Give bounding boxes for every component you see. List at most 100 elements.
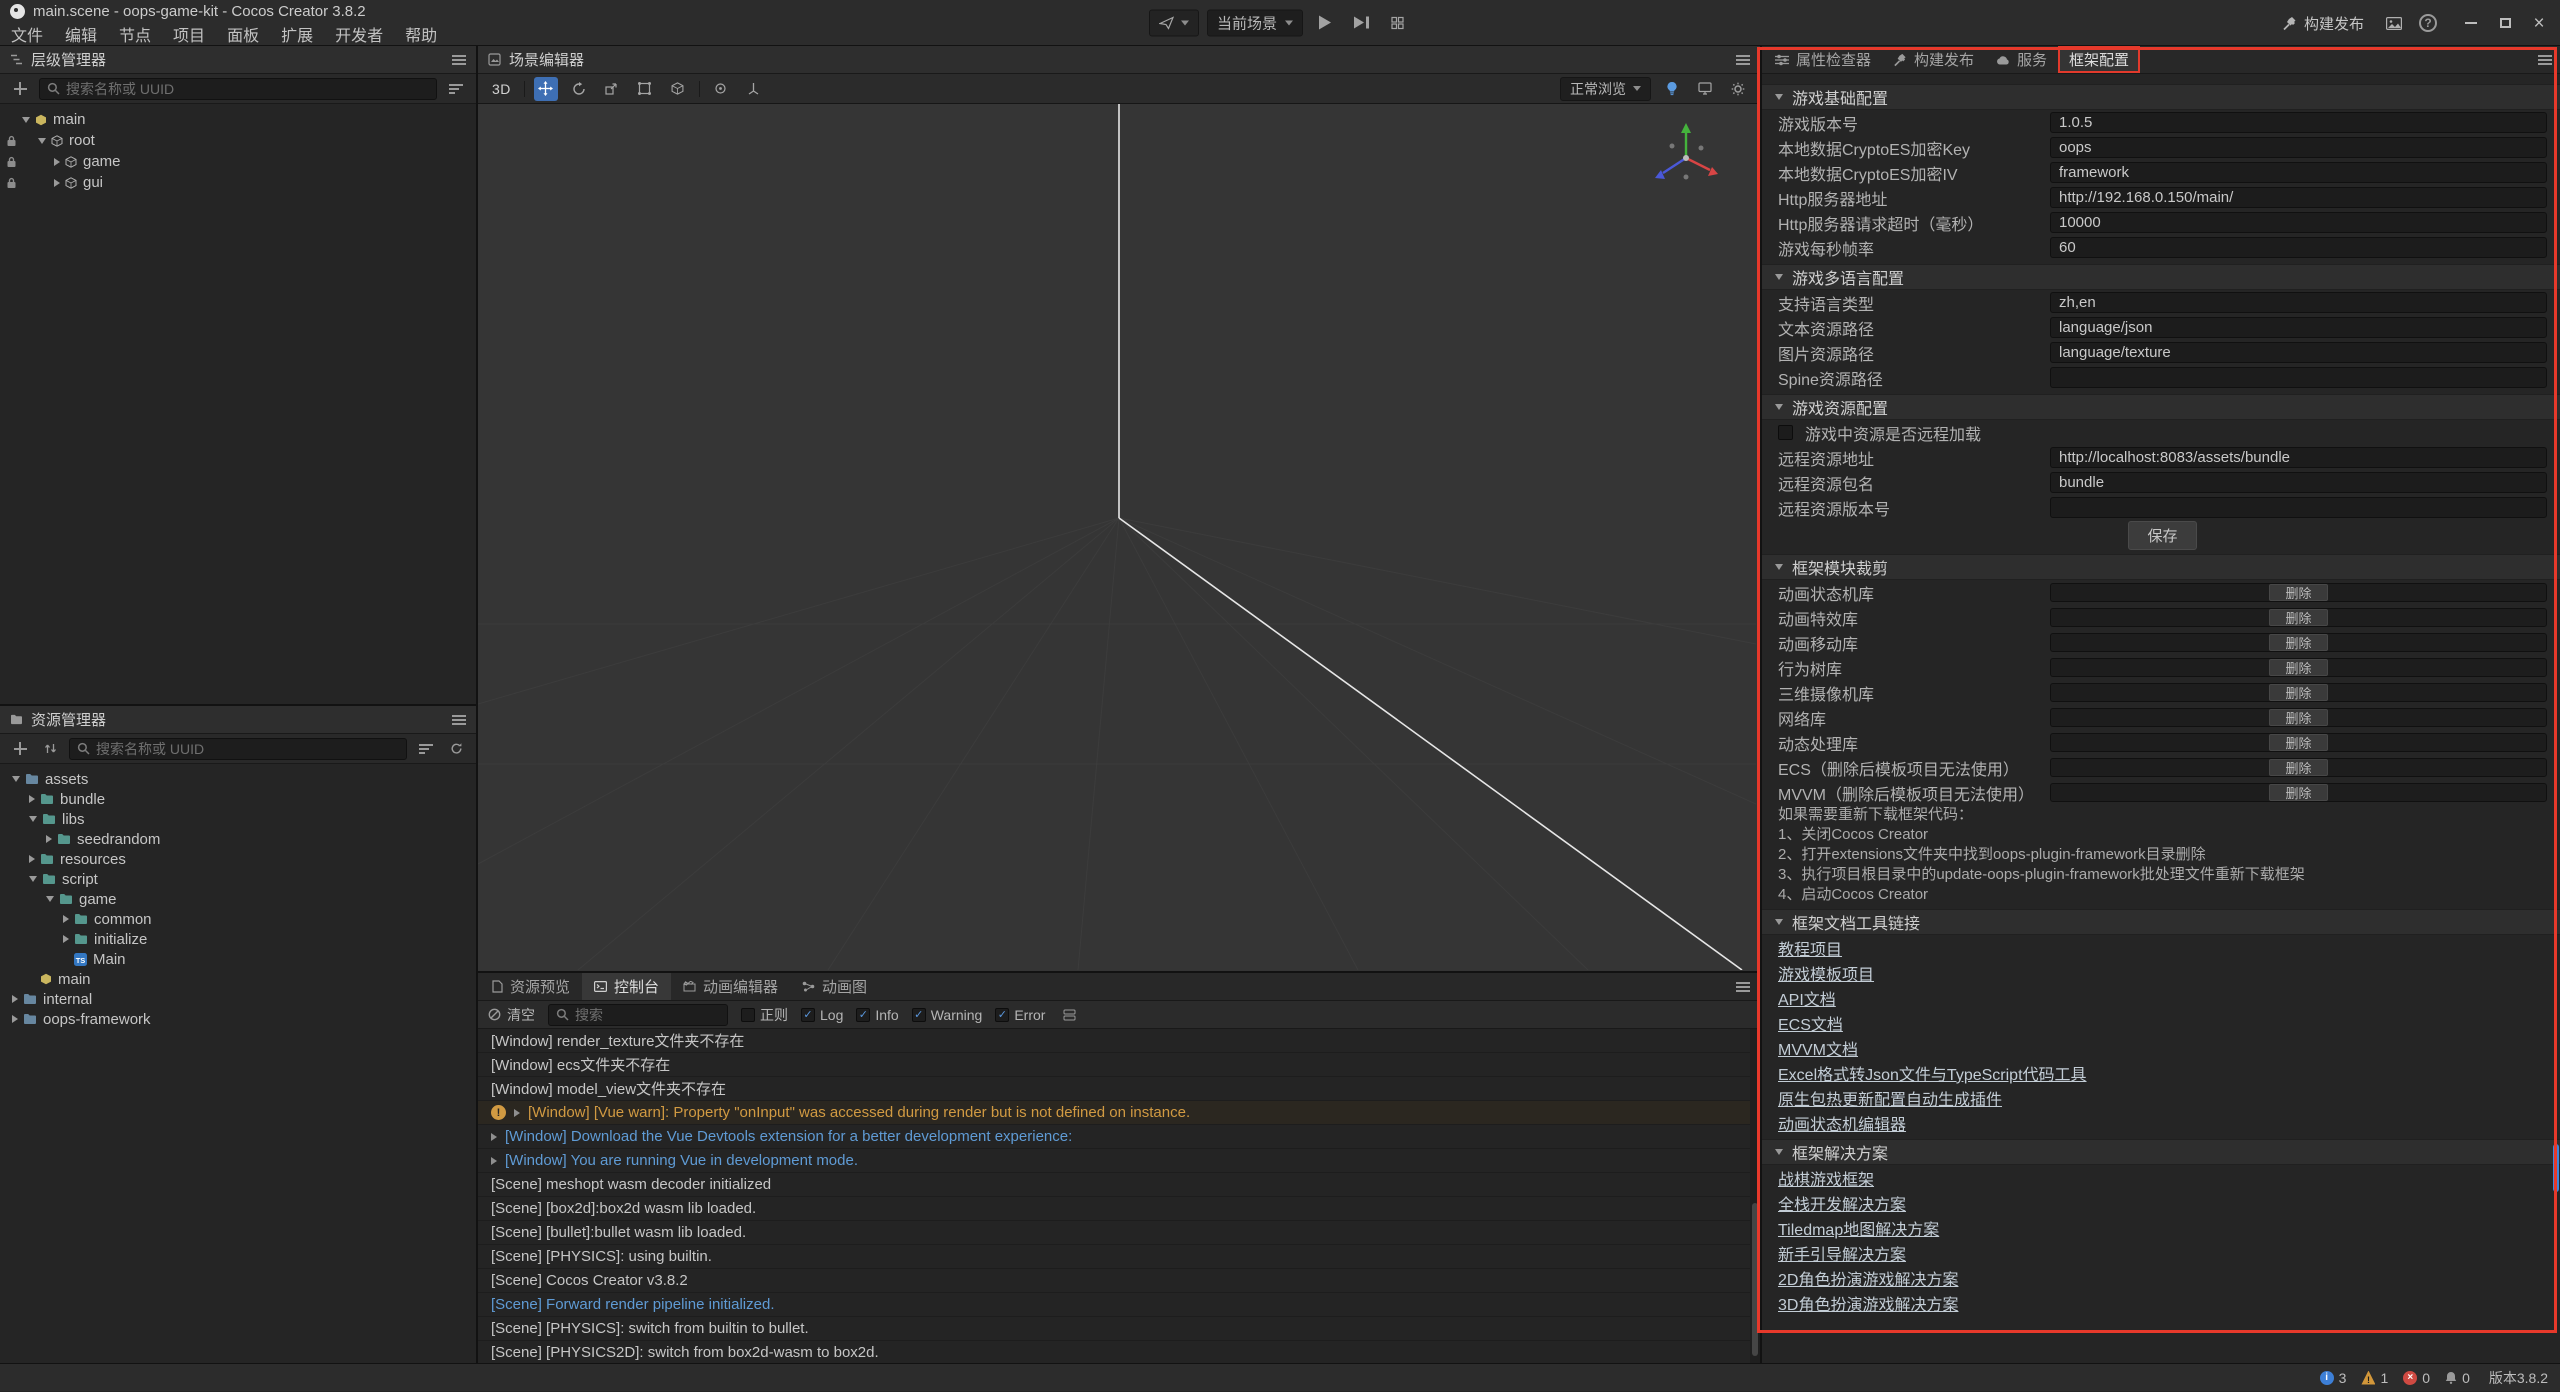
clear-console-button[interactable]: 清空 <box>488 1005 535 1025</box>
hierarchy-node-game[interactable]: game <box>0 151 476 172</box>
asset-node-oops-framework[interactable]: oops-framework <box>0 1009 476 1029</box>
solution-link-3d-rpg[interactable]: 3D角色扮演游戏解决方案 <box>1778 1291 1958 1315</box>
projection-toggle-button[interactable]: 3D <box>488 81 515 97</box>
lighting-toggle-button[interactable] <box>1660 77 1684 101</box>
delete-animator-button[interactable]: 删除 <box>2269 584 2327 601</box>
console-message[interactable]: [Window] ecs文件夹不存在 <box>478 1053 1760 1077</box>
console-search-input[interactable] <box>575 1007 720 1023</box>
asset-node-internal[interactable]: internal <box>0 989 476 1009</box>
create-asset-button[interactable] <box>9 738 31 760</box>
solution-link-tiledmap[interactable]: Tiledmap地图解决方案 <box>1778 1216 1939 1240</box>
lock-icon[interactable] <box>6 135 17 147</box>
asset-node-script[interactable]: script <box>0 869 476 889</box>
delete-ecs-button[interactable]: 删除 <box>2269 759 2327 776</box>
lock-icon[interactable] <box>6 177 17 189</box>
tab-animation-graph[interactable]: 动画图 <box>790 973 879 1000</box>
filter-info-checkbox[interactable]: Info <box>856 1007 898 1023</box>
doc-link-tutorial[interactable]: 教程项目 <box>1778 936 1842 960</box>
scrollbar-thumb[interactable] <box>1752 1203 1758 1357</box>
solution-link-2d-rpg[interactable]: 2D角色扮演游戏解决方案 <box>1778 1266 1958 1290</box>
screenshot-button[interactable] <box>2380 10 2408 37</box>
view-mode-dropdown[interactable]: 正常浏览 <box>1560 77 1651 101</box>
menu-file[interactable]: 文件 <box>0 22 54 46</box>
pivot-toggle-button[interactable] <box>709 77 733 101</box>
crypto-key-input[interactable] <box>2050 137 2547 158</box>
hierarchy-node-main[interactable]: main <box>0 109 476 130</box>
expand-arrow-icon[interactable] <box>29 855 35 863</box>
expand-arrow-icon[interactable] <box>46 896 54 902</box>
panel-menu-icon[interactable] <box>1736 982 1750 992</box>
remote-bundle-input[interactable] <box>2050 472 2547 493</box>
console-message[interactable]: [Window] render_texture文件夹不存在 <box>478 1029 1760 1053</box>
sort-assets-button[interactable] <box>39 738 61 760</box>
panel-menu-icon[interactable] <box>2538 55 2552 65</box>
scale-tool-button[interactable] <box>600 77 624 101</box>
remote-url-input[interactable] <box>2050 447 2547 468</box>
console-message-warning[interactable]: ![Window] [Vue warn]: Property "onInput"… <box>478 1101 1760 1125</box>
spine-path-input[interactable] <box>2050 367 2547 388</box>
step-button[interactable] <box>1347 9 1375 36</box>
menu-project[interactable]: 项目 <box>162 22 216 46</box>
filter-error-checkbox[interactable]: Error <box>995 1007 1045 1023</box>
console-scrollbar[interactable] <box>1750 1029 1760 1363</box>
tab-service[interactable]: 服务 <box>1985 46 2058 73</box>
expand-arrow-icon[interactable] <box>514 1109 520 1117</box>
console-message-info[interactable]: [Window] Download the Vue Devtools exten… <box>478 1125 1760 1149</box>
text-path-input[interactable] <box>2050 317 2547 338</box>
hierarchy-search[interactable] <box>39 78 437 100</box>
doc-link-excel-tool[interactable]: Excel格式转Json文件与TypeScript代码工具 <box>1778 1061 2087 1085</box>
console-message[interactable]: [Scene] [PHYSICS]: using builtin. <box>478 1245 1760 1269</box>
minimize-button[interactable] <box>2454 8 2488 38</box>
section-header-resource[interactable]: 游戏资源配置 <box>1762 394 2560 420</box>
section-header-language[interactable]: 游戏多语言配置 <box>1762 264 2560 290</box>
solution-link-fullstack[interactable]: 全栈开发解决方案 <box>1778 1191 1906 1215</box>
layout-grid-button[interactable] <box>1383 9 1411 36</box>
expand-arrow-icon[interactable] <box>22 117 30 123</box>
delete-network-button[interactable]: 删除 <box>2269 709 2327 726</box>
console-message[interactable]: [Scene] Cocos Creator v3.8.2 <box>478 1269 1760 1293</box>
assets-search-input[interactable] <box>96 741 399 757</box>
scene-display-button[interactable] <box>1693 77 1717 101</box>
doc-link-template[interactable]: 游戏模板项目 <box>1778 961 1874 985</box>
expand-arrow-icon[interactable] <box>12 776 20 782</box>
doc-link-hotupdate-plugin[interactable]: 原生包热更新配置自动生成插件 <box>1778 1086 2002 1110</box>
doc-link-animator-editor[interactable]: 动画状态机编辑器 <box>1778 1111 1906 1135</box>
assets-search[interactable] <box>69 738 407 760</box>
menu-extension[interactable]: 扩展 <box>270 22 324 46</box>
console-search[interactable] <box>548 1004 728 1026</box>
tab-framework-config[interactable]: 框架配置 <box>2058 46 2140 73</box>
inspector-scrollbar-thumb[interactable] <box>2553 1144 2559 1192</box>
move-tool-button[interactable] <box>534 77 558 101</box>
tab-property-inspector[interactable]: 属性检查器 <box>1764 46 1882 73</box>
tab-console[interactable]: 控制台 <box>582 973 671 1000</box>
expand-arrow-icon[interactable] <box>29 816 37 822</box>
tab-animation-editor[interactable]: 动画编辑器 <box>671 973 790 1000</box>
image-path-input[interactable] <box>2050 342 2547 363</box>
asset-node-resources[interactable]: resources <box>0 849 476 869</box>
warning-count[interactable]: !1 <box>2361 1370 2388 1386</box>
tab-asset-preview[interactable]: 资源预览 <box>480 973 582 1000</box>
menu-panel[interactable]: 面板 <box>216 22 270 46</box>
http-timeout-input[interactable] <box>2050 212 2547 233</box>
build-publish-button[interactable]: 构建发布 <box>2272 8 2374 38</box>
expand-arrow-icon[interactable] <box>29 876 37 882</box>
delete-camera-button[interactable]: 删除 <box>2269 684 2327 701</box>
help-button[interactable]: ? <box>2414 10 2442 37</box>
remote-load-checkbox[interactable] <box>1778 425 1793 440</box>
expand-arrow-icon[interactable] <box>12 1015 18 1023</box>
rotate-tool-button[interactable] <box>567 77 591 101</box>
asset-node-libs[interactable]: libs <box>0 809 476 829</box>
hierarchy-search-input[interactable] <box>66 81 429 97</box>
close-button[interactable]: × <box>2522 8 2556 38</box>
console-message[interactable]: [Scene] [box2d]:box2d wasm lib loaded. <box>478 1197 1760 1221</box>
expand-arrow-icon[interactable] <box>63 935 69 943</box>
filter-log-checkbox[interactable]: Log <box>801 1007 843 1023</box>
asset-node-bundle[interactable]: bundle <box>0 789 476 809</box>
section-header-docs[interactable]: 框架文档工具链接 <box>1762 909 2560 935</box>
coordinate-toggle-button[interactable] <box>742 77 766 101</box>
save-button[interactable]: 保存 <box>2128 521 2196 550</box>
filter-warning-checkbox[interactable]: Warning <box>912 1007 983 1023</box>
solution-link-wargame[interactable]: 战棋游戏框架 <box>1778 1166 1874 1190</box>
preview-platform-dropdown[interactable] <box>1149 9 1199 36</box>
console-message[interactable]: [Scene] [PHYSICS]: switch from builtin t… <box>478 1317 1760 1341</box>
